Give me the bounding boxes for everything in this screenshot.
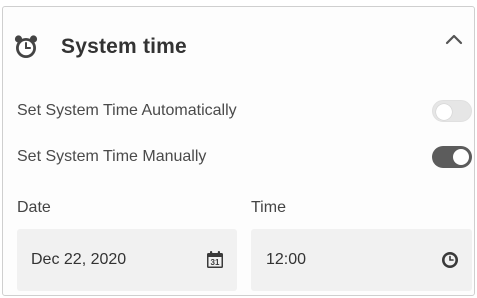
auto-time-label: Set System Time Automatically bbox=[17, 102, 237, 119]
date-value: Dec 22, 2020 bbox=[31, 251, 127, 268]
toggle-knob bbox=[453, 149, 469, 165]
time-label: Time bbox=[251, 199, 286, 216]
chevron-up-icon[interactable] bbox=[442, 29, 466, 51]
clock-icon[interactable] bbox=[440, 250, 460, 270]
toggle-knob bbox=[436, 104, 452, 120]
calendar-icon-day: 31 bbox=[211, 258, 220, 267]
time-value: 12:00 bbox=[266, 251, 307, 268]
auto-time-row: Set System Time Automatically bbox=[17, 97, 472, 125]
alarm-clock-icon bbox=[14, 35, 38, 58]
auto-time-toggle[interactable] bbox=[432, 100, 472, 122]
date-field[interactable]: Dec 22, 2020 31 bbox=[17, 229, 237, 291]
section-title: System time bbox=[61, 35, 187, 58]
manual-time-toggle[interactable] bbox=[432, 146, 472, 168]
system-time-panel: System time Set System Time Automaticall… bbox=[2, 6, 475, 296]
time-field[interactable]: 12:00 bbox=[251, 229, 472, 291]
calendar-icon[interactable]: 31 bbox=[205, 250, 225, 270]
section-header: System time bbox=[13, 32, 187, 62]
manual-time-row: Set System Time Manually bbox=[17, 143, 472, 171]
manual-time-label: Set System Time Manually bbox=[17, 148, 207, 165]
date-label: Date bbox=[17, 199, 51, 216]
